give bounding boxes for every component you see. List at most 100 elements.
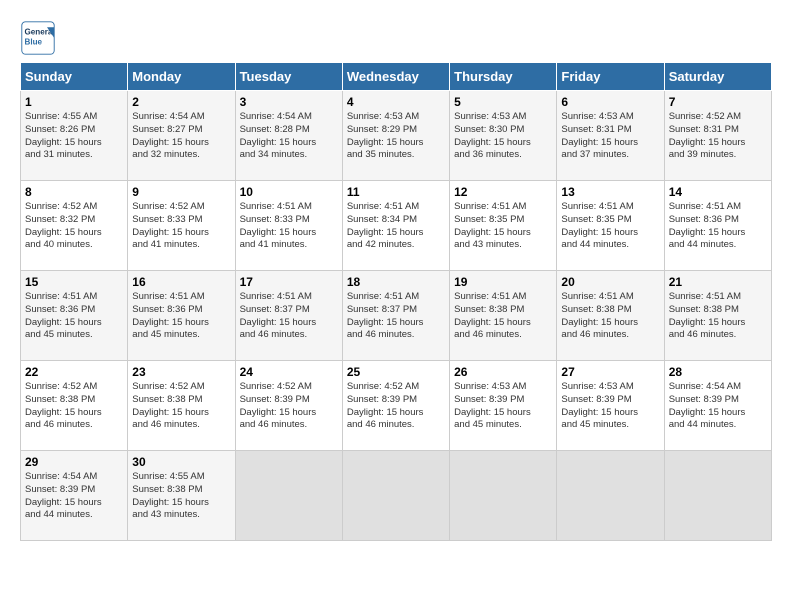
day-info: Sunrise: 4:52 AM Sunset: 8:32 PM Dayligh… bbox=[25, 201, 123, 252]
day-number: 15 bbox=[25, 275, 123, 289]
calendar-header-friday: Friday bbox=[557, 63, 664, 91]
day-info: Sunrise: 4:51 AM Sunset: 8:38 PM Dayligh… bbox=[669, 291, 767, 342]
calendar-week-row: 1 Sunrise: 4:55 AM Sunset: 8:26 PM Daylig… bbox=[21, 91, 772, 181]
day-info: Sunrise: 4:51 AM Sunset: 8:35 PM Dayligh… bbox=[561, 201, 659, 252]
day-info: Sunrise: 4:51 AM Sunset: 8:34 PM Dayligh… bbox=[347, 201, 445, 252]
day-number: 21 bbox=[669, 275, 767, 289]
calendar-cell: 12 Sunrise: 4:51 AM Sunset: 8:35 PM Dayli… bbox=[450, 181, 557, 271]
calendar-cell: 15 Sunrise: 4:51 AM Sunset: 8:36 PM Dayli… bbox=[21, 271, 128, 361]
calendar-cell: 17Sunrise: 4:51 AM Sunset: 8:37 PM Dayli… bbox=[235, 271, 342, 361]
page-header: General Blue bbox=[20, 20, 772, 56]
calendar-body: 1 Sunrise: 4:55 AM Sunset: 8:26 PM Daylig… bbox=[21, 91, 772, 541]
day-info: Sunrise: 4:54 AM Sunset: 8:39 PM Dayligh… bbox=[669, 381, 767, 432]
calendar-week-row: 22 Sunrise: 4:52 AM Sunset: 8:38 PM Dayli… bbox=[21, 361, 772, 451]
day-number: 14 bbox=[669, 185, 767, 199]
day-info: Sunrise: 4:51 AM Sunset: 8:38 PM Dayligh… bbox=[561, 291, 659, 342]
day-number: 29 bbox=[25, 455, 123, 469]
day-info: Sunrise: 4:51 AM Sunset: 8:36 PM Dayligh… bbox=[132, 291, 230, 342]
day-number: 30 bbox=[132, 455, 230, 469]
day-info: Sunrise: 4:54 AM Sunset: 8:28 PM Dayligh… bbox=[240, 111, 338, 162]
day-number: 28 bbox=[669, 365, 767, 379]
calendar-cell bbox=[235, 451, 342, 541]
calendar-cell bbox=[342, 451, 449, 541]
day-number: 19 bbox=[454, 275, 552, 289]
day-number: 20 bbox=[561, 275, 659, 289]
day-info: Sunrise: 4:53 AM Sunset: 8:39 PM Dayligh… bbox=[454, 381, 552, 432]
day-number: 3 bbox=[240, 95, 338, 109]
calendar-cell: 24 Sunrise: 4:52 AM Sunset: 8:39 PM Dayli… bbox=[235, 361, 342, 451]
day-number: 17 bbox=[240, 275, 338, 289]
day-info: Sunrise: 4:51 AM Sunset: 8:35 PM Dayligh… bbox=[454, 201, 552, 252]
day-info: Sunrise: 4:54 AM Sunset: 8:27 PM Dayligh… bbox=[132, 111, 230, 162]
calendar-cell: 4 Sunrise: 4:53 AM Sunset: 8:29 PM Daylig… bbox=[342, 91, 449, 181]
day-info: Sunrise: 4:53 AM Sunset: 8:30 PM Dayligh… bbox=[454, 111, 552, 162]
logo-icon: General Blue bbox=[20, 20, 56, 56]
calendar-cell: 18 Sunrise: 4:51 AM Sunset: 8:37 PM Dayli… bbox=[342, 271, 449, 361]
calendar-cell: 20 Sunrise: 4:51 AM Sunset: 8:38 PM Dayli… bbox=[557, 271, 664, 361]
logo: General Blue bbox=[20, 20, 60, 56]
day-number: 25 bbox=[347, 365, 445, 379]
calendar-cell: 26 Sunrise: 4:53 AM Sunset: 8:39 PM Dayli… bbox=[450, 361, 557, 451]
calendar-week-row: 15 Sunrise: 4:51 AM Sunset: 8:36 PM Dayli… bbox=[21, 271, 772, 361]
day-info: Sunrise: 4:51 AM Sunset: 8:37 PM Dayligh… bbox=[347, 291, 445, 342]
day-number: 22 bbox=[25, 365, 123, 379]
day-number: 8 bbox=[25, 185, 123, 199]
calendar-cell: 5 Sunrise: 4:53 AM Sunset: 8:30 PM Daylig… bbox=[450, 91, 557, 181]
day-info: Sunrise: 4:52 AM Sunset: 8:39 PM Dayligh… bbox=[347, 381, 445, 432]
calendar-cell: 3 Sunrise: 4:54 AM Sunset: 8:28 PM Daylig… bbox=[235, 91, 342, 181]
calendar-table: SundayMondayTuesdayWednesdayThursdayFrid… bbox=[20, 62, 772, 541]
day-number: 2 bbox=[132, 95, 230, 109]
day-number: 5 bbox=[454, 95, 552, 109]
day-number: 4 bbox=[347, 95, 445, 109]
calendar-cell: 6 Sunrise: 4:53 AM Sunset: 8:31 PM Daylig… bbox=[557, 91, 664, 181]
day-info: Sunrise: 4:51 AM Sunset: 8:38 PM Dayligh… bbox=[454, 291, 552, 342]
day-info: Sunrise: 4:52 AM Sunset: 8:39 PM Dayligh… bbox=[240, 381, 338, 432]
day-info: Sunrise: 4:53 AM Sunset: 8:39 PM Dayligh… bbox=[561, 381, 659, 432]
calendar-header-monday: Monday bbox=[128, 63, 235, 91]
day-number: 6 bbox=[561, 95, 659, 109]
day-number: 9 bbox=[132, 185, 230, 199]
calendar-week-row: 8 Sunrise: 4:52 AM Sunset: 8:32 PM Daylig… bbox=[21, 181, 772, 271]
calendar-cell bbox=[664, 451, 771, 541]
calendar-cell: 19 Sunrise: 4:51 AM Sunset: 8:38 PM Dayli… bbox=[450, 271, 557, 361]
day-number: 7 bbox=[669, 95, 767, 109]
calendar-cell: 10 Sunrise: 4:51 AM Sunset: 8:33 PM Dayli… bbox=[235, 181, 342, 271]
day-number: 10 bbox=[240, 185, 338, 199]
calendar-cell: 21 Sunrise: 4:51 AM Sunset: 8:38 PM Dayli… bbox=[664, 271, 771, 361]
calendar-cell: 11 Sunrise: 4:51 AM Sunset: 8:34 PM Dayli… bbox=[342, 181, 449, 271]
day-number: 18 bbox=[347, 275, 445, 289]
calendar-header-row: SundayMondayTuesdayWednesdayThursdayFrid… bbox=[21, 63, 772, 91]
calendar-cell: 28 Sunrise: 4:54 AM Sunset: 8:39 PM Dayli… bbox=[664, 361, 771, 451]
day-number: 24 bbox=[240, 365, 338, 379]
calendar-cell: 14 Sunrise: 4:51 AM Sunset: 8:36 PM Dayli… bbox=[664, 181, 771, 271]
calendar-cell: 30Sunrise: 4:55 AM Sunset: 8:38 PM Dayli… bbox=[128, 451, 235, 541]
calendar-cell: 29Sunrise: 4:54 AM Sunset: 8:39 PM Dayli… bbox=[21, 451, 128, 541]
day-number: 1 bbox=[25, 95, 123, 109]
day-info: Sunrise: 4:51 AM Sunset: 8:36 PM Dayligh… bbox=[669, 201, 767, 252]
day-info: Sunrise: 4:52 AM Sunset: 8:38 PM Dayligh… bbox=[132, 381, 230, 432]
day-number: 13 bbox=[561, 185, 659, 199]
calendar-header-tuesday: Tuesday bbox=[235, 63, 342, 91]
calendar-header-sunday: Sunday bbox=[21, 63, 128, 91]
calendar-cell: 27 Sunrise: 4:53 AM Sunset: 8:39 PM Dayli… bbox=[557, 361, 664, 451]
day-info: Sunrise: 4:52 AM Sunset: 8:38 PM Dayligh… bbox=[25, 381, 123, 432]
day-info: Sunrise: 4:51 AM Sunset: 8:36 PM Dayligh… bbox=[25, 291, 123, 342]
calendar-cell: 1 Sunrise: 4:55 AM Sunset: 8:26 PM Daylig… bbox=[21, 91, 128, 181]
calendar-cell bbox=[557, 451, 664, 541]
day-number: 26 bbox=[454, 365, 552, 379]
svg-text:Blue: Blue bbox=[25, 37, 43, 46]
day-info: Sunrise: 4:55 AM Sunset: 8:26 PM Dayligh… bbox=[25, 111, 123, 162]
calendar-cell: 16Sunrise: 4:51 AM Sunset: 8:36 PM Dayli… bbox=[128, 271, 235, 361]
day-info: Sunrise: 4:51 AM Sunset: 8:33 PM Dayligh… bbox=[240, 201, 338, 252]
day-number: 12 bbox=[454, 185, 552, 199]
calendar-header-wednesday: Wednesday bbox=[342, 63, 449, 91]
calendar-cell: 8 Sunrise: 4:52 AM Sunset: 8:32 PM Daylig… bbox=[21, 181, 128, 271]
day-number: 11 bbox=[347, 185, 445, 199]
day-number: 27 bbox=[561, 365, 659, 379]
calendar-cell bbox=[450, 451, 557, 541]
calendar-header-thursday: Thursday bbox=[450, 63, 557, 91]
day-info: Sunrise: 4:53 AM Sunset: 8:31 PM Dayligh… bbox=[561, 111, 659, 162]
day-info: Sunrise: 4:53 AM Sunset: 8:29 PM Dayligh… bbox=[347, 111, 445, 162]
calendar-cell: 22 Sunrise: 4:52 AM Sunset: 8:38 PM Dayli… bbox=[21, 361, 128, 451]
calendar-week-row: 29Sunrise: 4:54 AM Sunset: 8:39 PM Dayli… bbox=[21, 451, 772, 541]
